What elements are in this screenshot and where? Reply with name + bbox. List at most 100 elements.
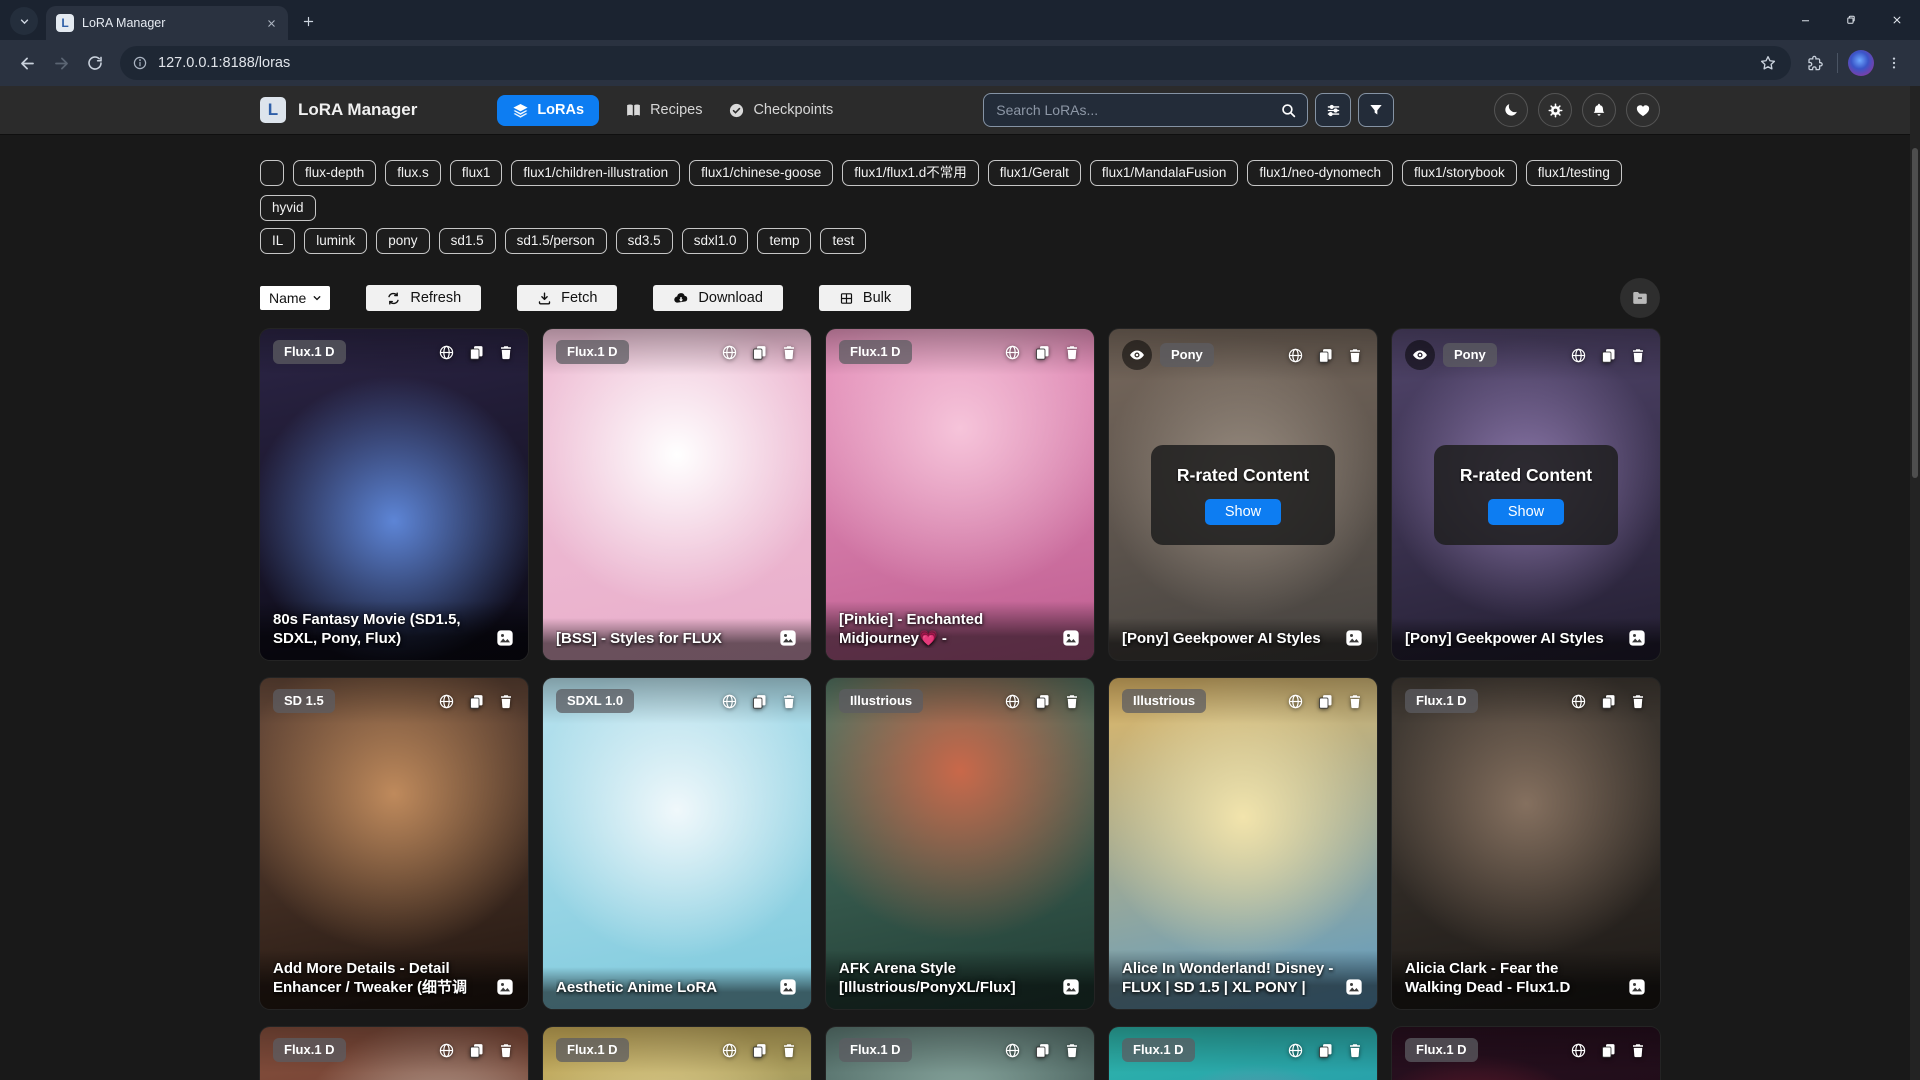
- bulk-button[interactable]: Bulk: [819, 285, 911, 311]
- tag-chip[interactable]: flux.s: [385, 160, 441, 186]
- trash-icon[interactable]: [781, 344, 798, 361]
- globe-icon[interactable]: [1004, 344, 1021, 361]
- globe-icon[interactable]: [1004, 1042, 1021, 1059]
- globe-icon[interactable]: [1570, 693, 1587, 710]
- trash-icon[interactable]: [1064, 693, 1081, 710]
- tag-chip[interactable]: pony: [376, 228, 429, 254]
- scrollbar-thumb[interactable]: [1912, 148, 1918, 478]
- filter-button[interactable]: [1358, 93, 1394, 127]
- lora-card[interactable]: PonyR-rated ContentShow[Pony] Geekpower …: [1109, 329, 1377, 660]
- globe-icon[interactable]: [1287, 1042, 1304, 1059]
- lora-card[interactable]: Flux.1 DAlicia Clark - Fear the Walking …: [1392, 678, 1660, 1009]
- favorites-button[interactable]: [1626, 93, 1660, 127]
- lora-card[interactable]: Flux.1 D: [1392, 1027, 1660, 1080]
- tag-chip[interactable]: flux1/Geralt: [988, 160, 1081, 186]
- globe-icon[interactable]: [1287, 693, 1304, 710]
- image-icon[interactable]: [1627, 977, 1647, 997]
- image-icon[interactable]: [1061, 628, 1081, 648]
- back-button[interactable]: [10, 46, 44, 80]
- globe-icon[interactable]: [1004, 693, 1021, 710]
- image-icon[interactable]: [495, 628, 515, 648]
- trash-icon[interactable]: [1347, 693, 1364, 710]
- tag-chip[interactable]: sd1.5/person: [505, 228, 607, 254]
- tag-chip[interactable]: flux1/storybook: [1402, 160, 1517, 186]
- notifications-button[interactable]: [1582, 93, 1616, 127]
- sort-options-button[interactable]: [1315, 93, 1351, 127]
- copy-icon[interactable]: [751, 1042, 768, 1059]
- search-input[interactable]: [996, 102, 1280, 118]
- copy-icon[interactable]: [751, 693, 768, 710]
- lora-card[interactable]: SDXL 1.0Aesthetic Anime LoRA: [543, 678, 811, 1009]
- tab-recipes[interactable]: Recipes: [625, 102, 702, 119]
- copy-icon[interactable]: [751, 344, 768, 361]
- tag-chip[interactable]: flux1/neo-dynomech: [1247, 160, 1393, 186]
- search-box[interactable]: [983, 93, 1308, 127]
- globe-icon[interactable]: [1570, 1042, 1587, 1059]
- trash-icon[interactable]: [498, 1042, 515, 1059]
- refresh-button[interactable]: Refresh: [366, 285, 481, 311]
- globe-icon[interactable]: [438, 693, 455, 710]
- download-button[interactable]: Download: [653, 285, 783, 311]
- tag-chip[interactable]: sd3.5: [616, 228, 673, 254]
- image-icon[interactable]: [1627, 628, 1647, 648]
- sort-select[interactable]: Name: [260, 286, 330, 310]
- copy-icon[interactable]: [1317, 693, 1334, 710]
- image-icon[interactable]: [778, 628, 798, 648]
- new-tab-button[interactable]: [294, 7, 322, 35]
- trash-icon[interactable]: [498, 693, 515, 710]
- lora-card[interactable]: Flux.1 D: [826, 1027, 1094, 1080]
- trash-icon[interactable]: [781, 693, 798, 710]
- tag-chip[interactable]: flux1/MandalaFusion: [1090, 160, 1239, 186]
- image-icon[interactable]: [1344, 628, 1364, 648]
- globe-icon[interactable]: [438, 1042, 455, 1059]
- trash-icon[interactable]: [781, 1042, 798, 1059]
- browser-tab[interactable]: L LoRA Manager: [46, 6, 288, 40]
- search-icon[interactable]: [1280, 102, 1297, 119]
- page-scrollbar[interactable]: [1910, 86, 1920, 1080]
- tag-chip[interactable]: sd1.5: [439, 228, 496, 254]
- settings-button[interactable]: [1538, 93, 1572, 127]
- lora-card[interactable]: Flux.1 D: [260, 1027, 528, 1080]
- lora-card[interactable]: SD 1.5Add More Details - Detail Enhancer…: [260, 678, 528, 1009]
- bookmark-star-icon[interactable]: [1759, 54, 1777, 72]
- fetch-button[interactable]: Fetch: [517, 285, 617, 311]
- trash-icon[interactable]: [1630, 1042, 1647, 1059]
- tag-chip[interactable]: test: [820, 228, 866, 254]
- reload-button[interactable]: [78, 46, 112, 80]
- forward-button[interactable]: [44, 46, 78, 80]
- profile-avatar[interactable]: [1848, 50, 1874, 76]
- lora-card[interactable]: IllustriousAFK Arena Style [Illustrious/…: [826, 678, 1094, 1009]
- extensions-icon[interactable]: [1799, 47, 1831, 79]
- address-bar[interactable]: 127.0.0.1:8188/loras: [120, 46, 1791, 80]
- globe-icon[interactable]: [721, 1042, 738, 1059]
- globe-icon[interactable]: [721, 344, 738, 361]
- trash-icon[interactable]: [1347, 1042, 1364, 1059]
- tag-chip[interactable]: flux-depth: [293, 160, 376, 186]
- browser-menu-icon[interactable]: [1878, 47, 1910, 79]
- tag-chip[interactable]: flux1/flux1.d不常用: [842, 160, 979, 186]
- copy-icon[interactable]: [468, 1042, 485, 1059]
- tab-checkpoints[interactable]: Checkpoints: [728, 102, 833, 119]
- copy-icon[interactable]: [468, 344, 485, 361]
- tag-chip[interactable]: [260, 160, 284, 186]
- site-info-icon[interactable]: [132, 55, 148, 71]
- copy-icon[interactable]: [1034, 693, 1051, 710]
- copy-icon[interactable]: [468, 693, 485, 710]
- tag-chip[interactable]: lumink: [304, 228, 367, 254]
- image-icon[interactable]: [1344, 977, 1364, 997]
- lora-card[interactable]: IllustriousAlice In Wonderland! Disney -…: [1109, 678, 1377, 1009]
- image-icon[interactable]: [778, 977, 798, 997]
- globe-icon[interactable]: [438, 344, 455, 361]
- image-icon[interactable]: [495, 977, 515, 997]
- tab-search-button[interactable]: [10, 7, 38, 35]
- close-button[interactable]: [1874, 0, 1920, 40]
- copy-icon[interactable]: [1034, 344, 1051, 361]
- tag-chip[interactable]: flux1/testing: [1526, 160, 1622, 186]
- lora-card[interactable]: Flux.1 D[BSS] - Styles for FLUX: [543, 329, 811, 660]
- show-button[interactable]: Show: [1488, 499, 1564, 525]
- trash-icon[interactable]: [1064, 344, 1081, 361]
- copy-icon[interactable]: [1600, 1042, 1617, 1059]
- show-button[interactable]: Show: [1205, 499, 1281, 525]
- copy-icon[interactable]: [1034, 1042, 1051, 1059]
- lora-card[interactable]: PonyR-rated ContentShow[Pony] Geekpower …: [1392, 329, 1660, 660]
